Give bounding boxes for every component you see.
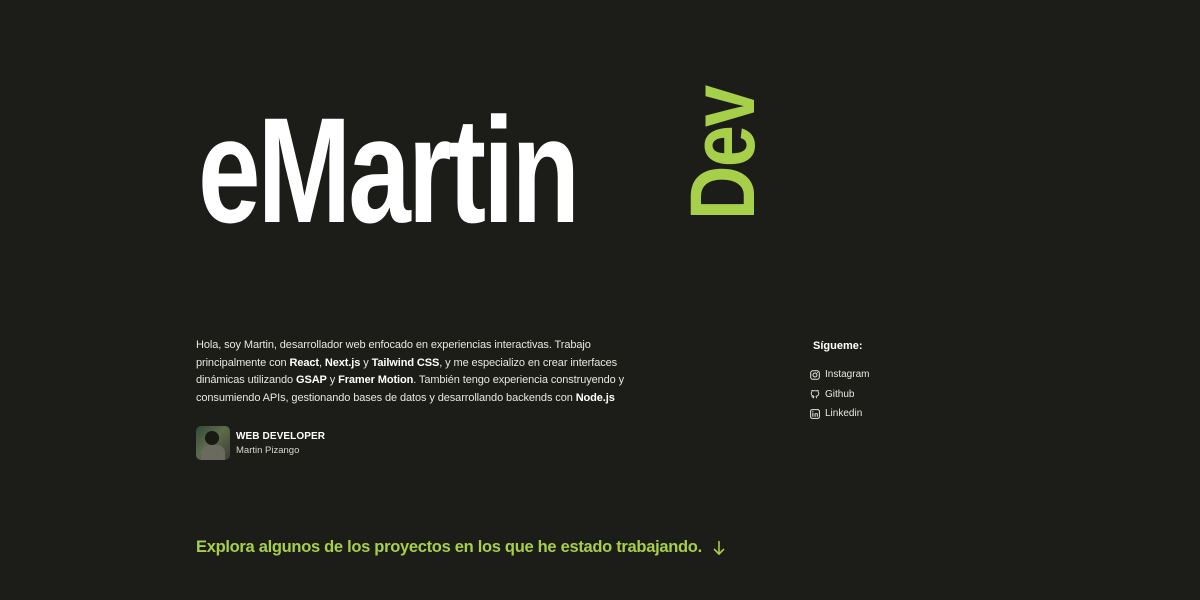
arrow-down-icon: [713, 540, 725, 555]
intro-text: y: [360, 356, 372, 369]
intro-tech-react: React: [289, 356, 320, 369]
instagram-icon: [810, 369, 820, 380]
social-links: Sígueme: Instagram Github Linkedin: [810, 340, 930, 424]
intro-paragraph: Hola, soy Martin, desarrollador web enfo…: [196, 337, 626, 407]
social-link-github[interactable]: Github: [810, 385, 930, 405]
portfolio-page: eMartin Dev Hola, soy Martin, desarrolla…: [0, 0, 1200, 600]
profile-name: Martin Pizango: [236, 444, 300, 456]
intro-tech-node: Node.js: [575, 391, 615, 404]
github-icon: [810, 390, 820, 399]
intro-tech-gsap: GSAP: [296, 374, 327, 386]
linkedin-icon: [810, 408, 820, 419]
social-link-label: Github: [825, 388, 855, 400]
profile-text: WEB DEVELOPER Martin Pizango: [236, 431, 325, 456]
social-title: Sígueme:: [813, 340, 863, 352]
intro-tech-tailwind: Tailwind CSS: [371, 356, 440, 369]
social-link-instagram[interactable]: Instagram: [810, 365, 930, 385]
intro-tech-framer: Framer Motion: [338, 374, 414, 386]
social-link-linkedin[interactable]: Linkedin: [810, 404, 930, 424]
intro-text: y: [326, 374, 339, 386]
avatar: [196, 426, 230, 460]
intro-tech-nextjs: Next.js: [324, 356, 361, 369]
profile-card: WEB DEVELOPER Martin Pizango: [196, 426, 325, 460]
cta-text: Explora algunos de los proyectos en los …: [196, 538, 702, 556]
hero-suffix-wrapper: Dev: [672, 80, 774, 220]
profile-role: WEB DEVELOPER: [236, 430, 326, 442]
social-link-label: Linkedin: [825, 408, 863, 420]
hero-name: eMartin: [198, 86, 580, 254]
social-link-label: Instagram: [825, 369, 870, 381]
hero-suffix: Dev: [672, 86, 774, 220]
projects-cta-link[interactable]: Explora algunos de los proyectos en los …: [196, 538, 726, 557]
